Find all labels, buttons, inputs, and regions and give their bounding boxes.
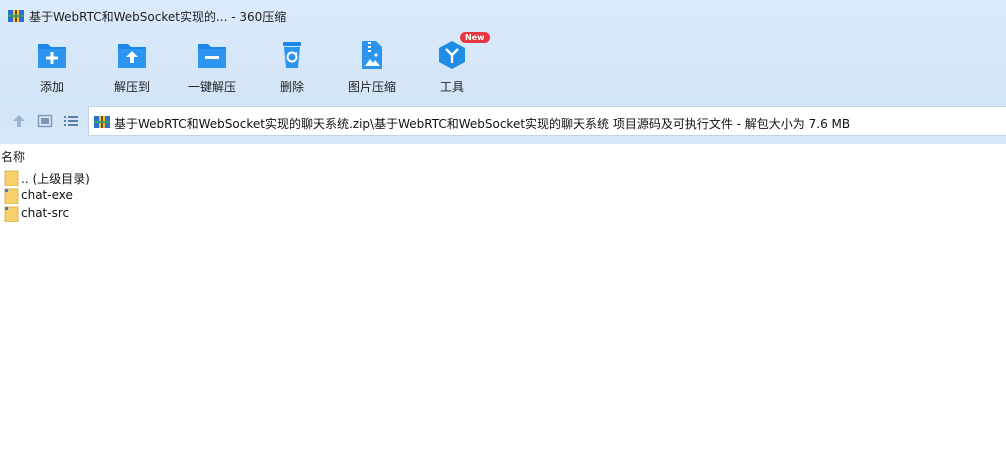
main-toolbar: 添加 解压到 一键解压 删除 图片压缩 New 工具 bbox=[0, 32, 1006, 98]
file-list: 名称 .. (上级目录) chat-exe chat-src bbox=[0, 144, 1006, 455]
delete-button-label: 删除 bbox=[279, 80, 304, 94]
image-compress-button-label: 图片压缩 bbox=[347, 80, 396, 94]
column-header-label: 名称 bbox=[1, 150, 26, 164]
one-click-extract-icon bbox=[198, 44, 226, 68]
extract-to-button-label: 解压到 bbox=[113, 80, 150, 94]
address-row: 基于WebRTC和WebSocket实现的聊天系统.zip\基于WebRTC和W… bbox=[0, 105, 1006, 137]
zip-archive-icon bbox=[94, 116, 110, 128]
list-view-icon[interactable] bbox=[63, 113, 79, 129]
new-badge: New bbox=[460, 32, 490, 43]
folder-icon bbox=[4, 206, 19, 222]
tools-button[interactable]: New 工具 bbox=[412, 32, 492, 98]
folder-icon bbox=[4, 188, 19, 204]
title-bar: 基于WebRTC和WebSocket实现的... - 360压缩 bbox=[0, 0, 1006, 32]
window-chrome: 基于WebRTC和WebSocket实现的... - 360压缩 添加 解压到 bbox=[0, 0, 1006, 144]
add-button[interactable]: 添加 bbox=[12, 34, 92, 98]
list-item[interactable]: .. (上级目录) bbox=[0, 169, 300, 187]
add-file-icon bbox=[38, 44, 66, 68]
delete-button[interactable]: 删除 bbox=[252, 34, 332, 98]
extract-to-button[interactable]: 解压到 bbox=[92, 34, 172, 98]
file-name: chat-exe bbox=[21, 188, 73, 202]
parent-folder-icon bbox=[4, 170, 19, 186]
list-item[interactable]: chat-exe bbox=[0, 187, 300, 205]
list-item[interactable]: chat-src bbox=[0, 205, 300, 223]
extract-to-icon bbox=[118, 44, 146, 68]
one-click-extract-button[interactable]: 一键解压 bbox=[172, 34, 252, 98]
add-button-label: 添加 bbox=[39, 80, 64, 94]
up-arrow-icon[interactable] bbox=[11, 113, 27, 129]
image-compress-button[interactable]: 图片压缩 bbox=[332, 34, 412, 98]
one-click-extract-button-label: 一键解压 bbox=[187, 80, 236, 94]
delete-icon bbox=[283, 42, 301, 68]
archive-app-icon bbox=[8, 10, 24, 22]
tools-button-label: 工具 bbox=[439, 80, 464, 94]
file-name: .. (上级目录) bbox=[21, 172, 90, 186]
tools-icon bbox=[439, 41, 465, 69]
window-title: 基于WebRTC和WebSocket实现的... - 360压缩 bbox=[29, 10, 287, 24]
image-compress-icon bbox=[362, 41, 382, 69]
file-name: chat-src bbox=[21, 206, 70, 220]
address-bar[interactable]: 基于WebRTC和WebSocket实现的聊天系统.zip\基于WebRTC和W… bbox=[88, 106, 1006, 136]
archive-path: 基于WebRTC和WebSocket实现的聊天系统.zip\基于WebRTC和W… bbox=[114, 117, 851, 131]
thumbnail-view-icon[interactable] bbox=[37, 113, 53, 129]
